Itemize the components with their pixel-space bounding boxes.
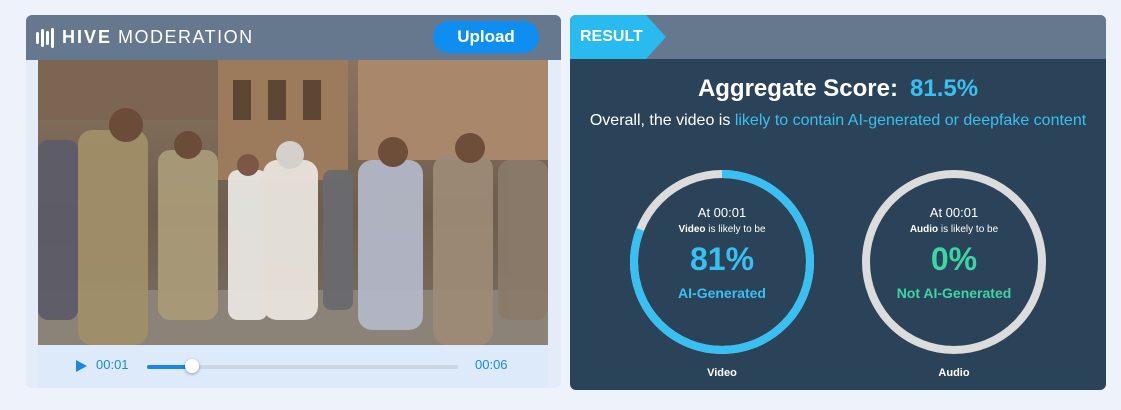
audio-gauge: At 00:01 Audio is likely to be 0% Not AI… [859, 167, 1049, 357]
brand-subtitle: MODERATION [118, 27, 254, 47]
panel-header: HIVE MODERATION Upload [26, 15, 561, 60]
video-caption: Video [707, 367, 737, 379]
aggregate-score: Aggregate Score: 81.5% [570, 75, 1106, 103]
overall-verdict: Overall, the video is likely to contain … [588, 109, 1088, 132]
video-frame-image [38, 60, 548, 345]
video-timestamp: At 00:01 [697, 205, 747, 220]
video-likely-suffix: is likely to be [708, 224, 766, 235]
audio-percent: 0% [930, 241, 978, 277]
video-verdict: AI-Generated [678, 285, 766, 301]
result-header: RESULT [570, 15, 1106, 59]
brand-name: HIVE [62, 27, 113, 47]
audio-likely-text: Audio is likely to be [859, 224, 1049, 235]
audio-type-word: Audio [909, 224, 939, 235]
aggregate-label: Aggregate Score: [697, 75, 898, 102]
overall-prefix: Overall, the video is [589, 112, 731, 129]
seek-handle[interactable] [185, 359, 200, 373]
play-icon[interactable] [76, 360, 87, 372]
aggregate-value: 81.5% [910, 75, 979, 102]
result-tag: RESULT [570, 15, 666, 59]
video-type-word: Video [678, 224, 706, 235]
overall-highlight: likely to contain AI-generated or deepfa… [734, 112, 1087, 129]
seek-bar[interactable] [147, 359, 458, 373]
duration-time: 00:06 [475, 357, 508, 372]
video-likely-text: Video is likely to be [627, 224, 817, 235]
player-controls: 00:01 00:06 [38, 345, 548, 388]
video-gauge: At 00:01 Video is likely to be 81% AI-Ge… [627, 167, 817, 357]
video-percent: 81% [689, 241, 755, 277]
result-panel: RESULT Aggregate Score: 81.5% Overall, th… [570, 15, 1106, 390]
video-player[interactable] [38, 60, 548, 345]
hive-logo: HIVE MODERATION [36, 27, 254, 48]
current-time: 00:01 [96, 357, 129, 372]
audio-timestamp: At 00:01 [929, 205, 979, 220]
audio-caption: Audio [938, 367, 970, 379]
audio-likely-suffix: is likely to be [940, 224, 999, 235]
audio-verdict: Not AI-Generated [896, 285, 1012, 301]
upload-panel: HIVE MODERATION Upload 00:01 00:06 [26, 15, 561, 388]
hive-bars-icon [36, 27, 54, 48]
upload-button[interactable]: Upload [433, 21, 539, 53]
